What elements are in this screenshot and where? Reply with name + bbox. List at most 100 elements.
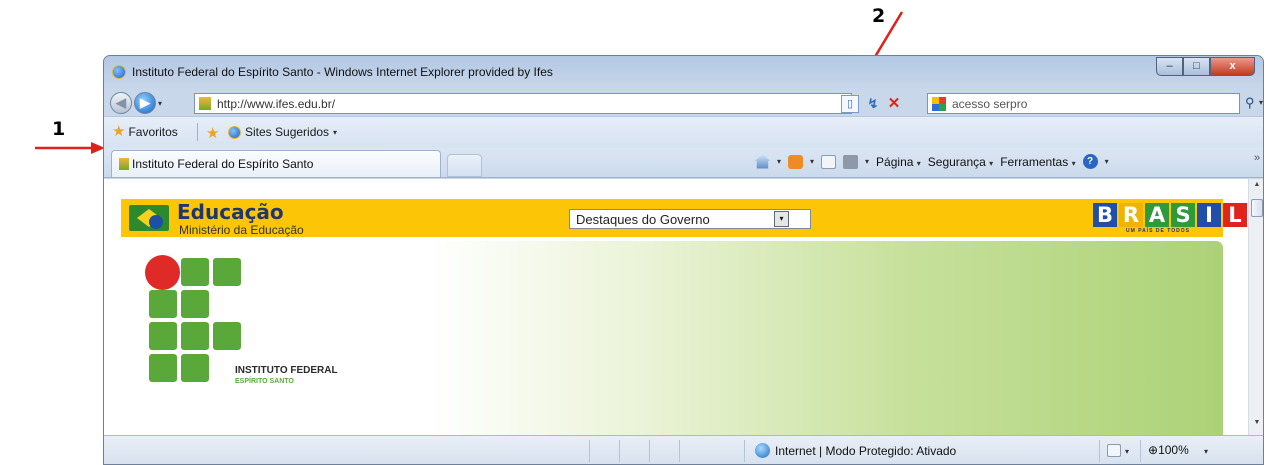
close-button[interactable]: x <box>1210 57 1255 76</box>
brasil-logo[interactable]: B R A S I L <box>1093 203 1247 227</box>
zoom-icon: ⊕ <box>1148 443 1159 457</box>
window-controls: – □ x <box>1156 57 1255 76</box>
scroll-down-icon[interactable]: ▼ <box>1249 419 1263 431</box>
help-dropdown[interactable]: ▾ <box>1105 157 1109 166</box>
page-content: Educação Ministério da Educação Destaque… <box>104 179 1263 435</box>
ministry-subtitle: Ministério da Educação <box>179 223 304 237</box>
page-menu-button[interactable]: Página ▾ <box>876 155 921 169</box>
site-favicon-icon <box>119 158 129 170</box>
scroll-thumb[interactable] <box>1251 199 1263 217</box>
chevron-down-icon: ▾ <box>333 127 338 137</box>
new-tab-button[interactable] <box>447 154 482 177</box>
toolbar-overflow-icon[interactable]: » <box>1254 152 1260 164</box>
vertical-scrollbar[interactable]: ▲ ▼ <box>1248 179 1263 435</box>
security-zone[interactable]: Internet | Modo Protegido: Ativado <box>755 443 956 458</box>
search-box[interactable]: acesso serpro <box>927 93 1240 114</box>
brazil-flag-icon <box>129 205 169 231</box>
stop-icon[interactable]: ✕ <box>885 95 903 113</box>
logo-square <box>181 322 209 350</box>
page-menu-label: Página <box>876 154 914 169</box>
scroll-up-icon[interactable]: ▲ <box>1249 181 1263 193</box>
select-value: Destaques do Governo <box>576 212 710 227</box>
flag-globe <box>149 215 163 229</box>
favorites-separator <box>197 123 198 141</box>
status-separator <box>1140 440 1141 462</box>
zone-settings-icon[interactable] <box>1107 444 1121 457</box>
browser-window: Instituto Federal do Espírito Santo - Wi… <box>103 55 1264 465</box>
logo-square <box>181 290 209 318</box>
brasil-letter: A <box>1145 203 1169 227</box>
minimize-button[interactable]: – <box>1156 57 1183 76</box>
tab-bar: Instituto Federal do Espírito Santo ▾ ▾ … <box>104 148 1263 178</box>
address-bar[interactable]: http://www.ifes.edu.br/ ▾ <box>194 93 852 114</box>
brasil-letter: L <box>1223 203 1247 227</box>
ifes-banner: INSTITUTO FEDERAL ESPÍRITO SANTO <box>121 241 1223 435</box>
title-bar: Instituto Federal do Espírito Santo - Wi… <box>104 56 1263 88</box>
institute-name: INSTITUTO FEDERAL <box>235 365 338 376</box>
government-highlights-select[interactable]: Destaques do Governo ▾ <box>569 209 811 229</box>
home-dropdown[interactable]: ▾ <box>777 157 781 166</box>
security-menu-button[interactable]: Segurança ▾ <box>928 155 993 169</box>
zone-text: Internet | Modo Protegido: Ativado <box>775 443 957 458</box>
print-icon[interactable] <box>843 154 859 169</box>
home-icon[interactable] <box>755 154 770 169</box>
brasil-letter: B <box>1093 203 1117 227</box>
status-separator <box>1099 440 1100 462</box>
chevron-down-icon: ▾ <box>916 158 921 168</box>
logo-square <box>181 258 209 286</box>
logo-square <box>149 354 177 382</box>
tools-menu-button[interactable]: Ferramentas ▾ <box>1000 155 1075 169</box>
print-dropdown[interactable]: ▾ <box>865 157 869 166</box>
mail-icon[interactable] <box>821 154 837 169</box>
annotation-label-1: 1 <box>52 118 66 140</box>
brasil-letter: I <box>1197 203 1221 227</box>
education-title[interactable]: Educação <box>177 200 284 224</box>
status-separator <box>649 440 650 462</box>
refresh-icon[interactable]: ↯ <box>864 95 882 113</box>
zoom-level[interactable]: ⊕100% <box>1148 443 1189 457</box>
address-input[interactable]: http://www.ifes.edu.br/ <box>217 97 335 111</box>
security-menu-label: Segurança <box>927 154 986 169</box>
status-bar: Internet | Modo Protegido: Ativado ▾ ⊕10… <box>104 435 1263 464</box>
search-icon[interactable]: ⚲ <box>1245 95 1255 111</box>
rss-feed-icon[interactable] <box>788 154 804 169</box>
status-separator <box>744 440 745 462</box>
forward-button[interactable]: ▶ <box>134 92 156 114</box>
navigation-bar: ◀ ▶ ▾ http://www.ifes.edu.br/ ▾ ▯ ↯ ✕ ac… <box>104 88 1263 116</box>
chevron-down-icon[interactable]: ▾ <box>774 211 789 227</box>
suggested-sites-label: Sites Sugeridos <box>245 125 330 139</box>
maximize-button[interactable]: □ <box>1183 57 1210 76</box>
zoom-value: 100% <box>1158 443 1189 457</box>
feeds-dropdown[interactable]: ▾ <box>810 157 814 166</box>
zone-dropdown[interactable]: ▾ <box>1125 447 1129 456</box>
logo-square <box>213 322 241 350</box>
tools-menu-label: Ferramentas <box>1000 154 1069 169</box>
tab-label: Instituto Federal do Espírito Santo <box>132 157 314 171</box>
logo-square <box>213 258 241 286</box>
search-input[interactable]: acesso serpro <box>952 97 1027 111</box>
internet-globe-icon <box>755 443 770 458</box>
logo-square <box>181 354 209 382</box>
search-provider-icon[interactable] <box>932 97 946 111</box>
favorites-star-icon: ★ <box>112 123 126 140</box>
suggested-sites-button[interactable]: Sites Sugeridos ▾ <box>228 125 337 139</box>
logo-square <box>149 290 177 318</box>
site-favicon-icon <box>199 97 211 110</box>
institute-subtitle: ESPÍRITO SANTO <box>235 378 294 385</box>
recent-pages-dropdown[interactable]: ▾ <box>158 99 162 108</box>
back-button[interactable]: ◀ <box>110 92 132 114</box>
logo-square <box>149 322 177 350</box>
brasil-tagline: UM PAÍS DE TODOS <box>1126 228 1190 234</box>
status-separator <box>589 440 590 462</box>
tab-ifes[interactable]: Instituto Federal do Espírito Santo <box>111 150 441 177</box>
favorites-button[interactable]: ★ Favoritos <box>112 123 178 140</box>
logo-red-dot <box>145 255 180 290</box>
zoom-dropdown[interactable]: ▾ <box>1204 447 1208 456</box>
favorites-bar: ★ Favoritos ★ Sites Sugeridos ▾ <box>104 116 1263 148</box>
favorites-label: Favoritos <box>128 125 178 139</box>
help-icon[interactable]: ? <box>1082 154 1098 169</box>
compatibility-view-icon[interactable]: ▯ <box>841 95 859 113</box>
search-options-dropdown[interactable]: ▾ <box>1259 98 1263 107</box>
window-title: Instituto Federal do Espírito Santo - Wi… <box>132 65 553 79</box>
add-to-favorites-bar-icon[interactable]: ★ <box>206 124 219 142</box>
